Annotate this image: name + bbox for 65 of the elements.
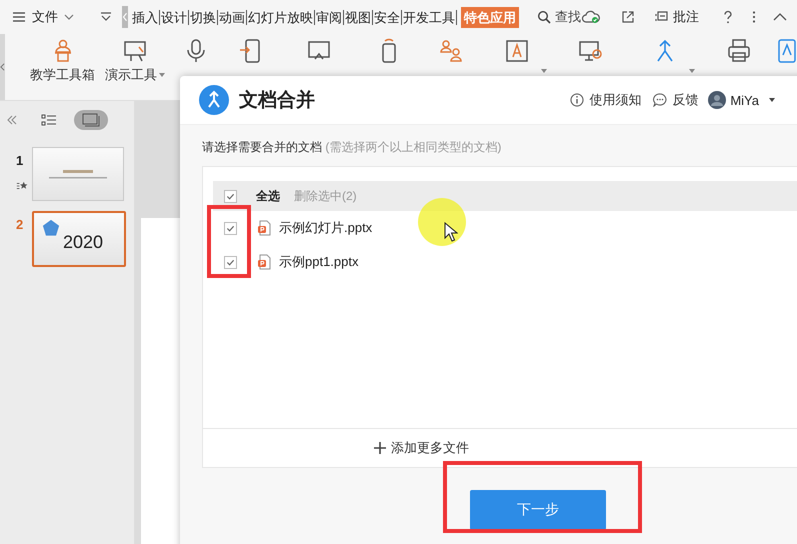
file-name: 示例ppt1.pptx <box>279 253 358 271</box>
slide-thumbnail[interactable] <box>32 147 124 201</box>
tool-icon <box>438 38 464 64</box>
chevron-left-icon <box>0 63 5 71</box>
instruction-text: 请选择需要合并的文档 (需选择两个以上相同类型的文档) <box>202 139 502 156</box>
plus-icon <box>373 441 387 455</box>
tool-label: 演示工具 <box>105 66 157 84</box>
info-icon <box>570 93 584 107</box>
menu-tab[interactable]: 视图 <box>344 10 373 24</box>
check-icon <box>226 192 235 200</box>
presentation-file-icon <box>257 254 271 270</box>
select-all-checkbox[interactable] <box>224 190 237 202</box>
animation-star-icon <box>16 180 28 192</box>
slide-thumbnail[interactable]: 2020 <box>32 211 126 267</box>
search-button[interactable]: 查找 <box>537 8 581 26</box>
cloud-sync-icon[interactable] <box>581 10 601 24</box>
pentagon-shape <box>42 219 60 237</box>
tool-icon <box>504 38 530 64</box>
slide-text: 2020 <box>62 232 104 252</box>
merge-logo-icon <box>199 85 229 115</box>
next-button[interactable]: 下一步 <box>470 490 606 530</box>
file-checkbox[interactable] <box>224 256 237 268</box>
feedback-link[interactable]: 反馈 <box>653 91 698 109</box>
chevron-down-icon <box>64 12 74 22</box>
menu-tab[interactable]: 切换 <box>189 10 218 24</box>
tool-icon <box>726 38 752 64</box>
slide-number: 1 <box>16 153 24 168</box>
menu-tab[interactable]: 设计 <box>160 10 189 24</box>
avatar-icon <box>708 91 726 109</box>
search-icon <box>537 10 551 24</box>
share-icon[interactable] <box>621 10 635 24</box>
file-checkbox[interactable] <box>224 222 237 234</box>
help-link[interactable]: 使用须知 <box>570 91 642 109</box>
file-name: 示例幻灯片.pptx <box>279 219 372 237</box>
dialog-title: 文档合并 <box>239 88 315 113</box>
slide-number: 2 <box>16 217 24 232</box>
user-menu[interactable]: MiYa <box>708 91 775 109</box>
menu-tab[interactable]: 插入 <box>131 10 160 24</box>
list-icon <box>41 113 57 127</box>
chat-bubble-icon <box>653 93 668 107</box>
comment-button[interactable]: 批注 <box>655 8 699 26</box>
chevron-down-icon[interactable] <box>100 11 112 23</box>
file-menu[interactable]: 文件 <box>12 8 74 26</box>
collapse-panel-icon[interactable] <box>6 114 18 126</box>
caret-icon <box>159 73 165 77</box>
slides-icon <box>82 113 100 127</box>
menu-tab[interactable]: 审阅 <box>315 10 344 24</box>
menu-tab[interactable]: 开发工具 <box>402 10 457 24</box>
add-more-files-button[interactable]: 添加更多文件 <box>203 428 797 467</box>
check-icon <box>226 258 235 266</box>
menu-tab[interactable]: 动画 <box>218 10 247 24</box>
chevron-left-icon <box>122 12 128 22</box>
menu-tab[interactable]: 安全 <box>373 10 402 24</box>
cursor-icon <box>444 222 458 242</box>
presentation-file-icon <box>257 220 271 236</box>
select-all-label[interactable]: 全选 <box>256 188 280 204</box>
menu-icon <box>12 10 26 24</box>
tool-label: 教学工具箱 <box>30 66 95 84</box>
check-icon <box>226 224 235 232</box>
slide-preview-drawing <box>49 170 107 178</box>
menu-tab[interactable]: 幻灯片放映 <box>247 10 315 24</box>
comment-icon <box>655 10 669 24</box>
ribbon-tool[interactable]: 教学工具箱 <box>25 34 100 84</box>
thumbnail-view-button[interactable] <box>74 110 108 130</box>
ribbon-tool[interactable]: 演示工具 <box>100 34 170 84</box>
